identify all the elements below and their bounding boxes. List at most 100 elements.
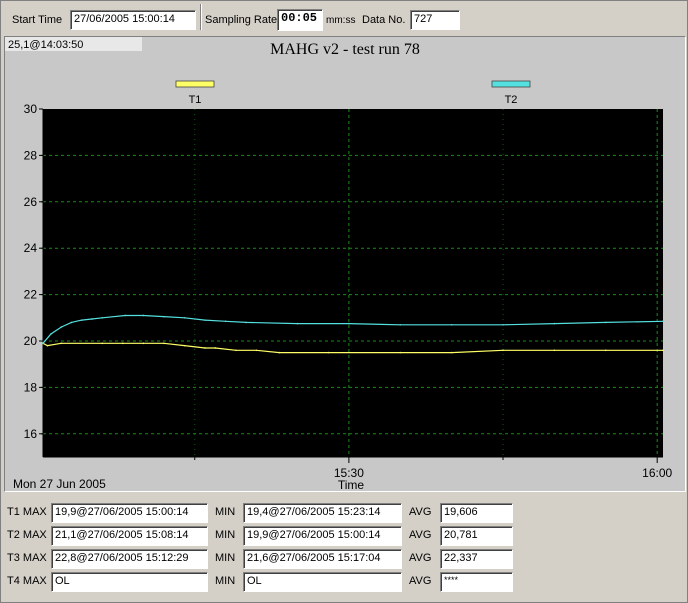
data-point-t1 [604,349,607,352]
data-point-t2 [204,319,206,321]
stat-max-field[interactable]: 22,8@27/06/2005 15:12:29 [51,549,208,569]
data-point-t2 [450,323,453,326]
stat-avg-field[interactable]: 22,337 [440,549,513,569]
data-point-t2 [142,314,145,317]
data-point-t2 [183,317,186,319]
stat-max-label: MAX [22,552,47,564]
start-time-label: Start Time [12,14,63,26]
stat-min-label: MIN [215,506,236,518]
start-time-field[interactable]: 27/06/2005 15:00:14 [70,10,196,30]
x-axis-label: Time [338,478,365,491]
stat-avg-field[interactable]: 20,781 [440,526,513,546]
chart-panel: 25,1@14:03:50 MAHG v2 - test run 78 T1 T2… [4,36,686,492]
chart-svg: 25,1@14:03:50 MAHG v2 - test run 78 T1 T2… [5,37,673,492]
data-point-t2 [245,321,247,324]
data-point-t1 [214,347,217,349]
data-point-t2 [662,320,664,323]
legend-swatch-t2 [491,80,531,88]
data-point-t1 [142,342,145,345]
data-point-t2 [80,319,83,321]
data-point-t1 [163,342,165,345]
stat-min-field[interactable]: 19,9@27/06/2005 15:00:14 [243,526,402,546]
stat-row-label: T3 MAX [7,552,47,564]
data-point-t2 [101,317,104,319]
stat-sensor-name: T4 [7,575,20,587]
stat-max-label: MAX [22,575,47,587]
stat-max-label: MAX [22,506,47,518]
stat-avg-field[interactable]: 19,606 [440,503,513,523]
stat-avg-label: AVG [409,575,432,587]
data-point-t2 [91,318,93,320]
stat-sensor-name: T1 [7,506,20,518]
data-point-t1 [60,342,62,345]
y-tick-label: 18 [24,380,38,394]
y-tick-label: 26 [24,195,38,209]
legend-label-t2: T2 [505,94,518,106]
data-point-t2 [348,322,350,325]
data-point-t2 [604,321,607,324]
toolbar: Start Time 27/06/2005 15:00:14 Sampling … [0,0,688,34]
data-point-t2 [224,320,227,323]
data-point-t2 [42,342,44,345]
y-tick-label: 30 [24,102,38,116]
data-point-t1 [122,342,124,345]
data-point-t1 [255,349,258,352]
data-point-t1 [502,349,504,352]
data-point-t1 [553,349,556,352]
stat-max-field[interactable]: OL [51,572,208,592]
toolbar-separator [200,4,202,30]
stat-min-field[interactable]: OL [243,572,402,592]
stat-sensor-name: T3 [7,552,20,564]
data-point-t2 [296,322,299,325]
stat-min-label: MIN [215,552,236,564]
data-point-t1 [327,351,330,354]
stat-row-label: T1 MAX [7,506,47,518]
plot-area [43,109,663,457]
stat-avg-label: AVG [409,552,432,564]
stat-max-label: MAX [22,529,47,541]
stat-min-field[interactable]: 21,6@27/06/2005 15:17:04 [243,549,402,569]
data-point-t2 [163,315,165,318]
chart-title: MAHG v2 - test run 78 [270,41,420,58]
y-tick-label: 16 [24,427,38,441]
stat-min-label: MIN [215,575,236,587]
y-axis: 16 18 20 22 24 26 28 30 [24,102,44,457]
legend-label-t1: T1 [189,94,202,106]
data-point-t1 [46,344,49,347]
data-no-field[interactable]: 727 [410,10,460,30]
legend: T1 T2 [175,80,531,106]
data-point-t2 [124,314,127,317]
stat-max-field[interactable]: 19,9@27/06/2005 15:00:14 [51,503,208,523]
sampling-rate-label: Sampling Rate [205,14,278,26]
data-point-t1 [450,351,453,354]
stat-sensor-name: T2 [7,529,20,541]
sampling-rate-field[interactable]: 00:05 [277,9,323,31]
date-label: Mon 27 Jun 2005 [13,477,106,491]
y-tick-label: 20 [24,334,38,348]
stat-avg-field[interactable]: **** [440,572,513,592]
data-point-t1 [399,351,402,354]
stat-avg-label: AVG [409,529,432,541]
data-point-t1 [278,351,281,354]
sampling-rate-unit: mm:ss [326,15,356,26]
data-point-t1 [183,344,186,347]
data-point-t1 [662,349,664,352]
cursor-readout: 25,1@14:03:50 [8,39,83,51]
data-point-t2 [50,333,52,335]
stat-min-field[interactable]: 19,4@27/06/2005 15:23:14 [243,503,402,523]
x-tick-label: 16:00 [642,466,672,480]
data-point-t2 [502,323,504,326]
stat-max-field[interactable]: 21,1@27/06/2005 15:08:14 [51,526,208,546]
data-point-t1 [235,349,237,352]
stat-avg-label: AVG [409,506,432,518]
stat-row-label: T4 MAX [7,575,47,587]
data-no-label: Data No. [362,14,406,26]
stat-min-label: MIN [215,529,236,541]
y-tick-label: 22 [24,288,38,302]
legend-swatch-t1 [175,80,215,88]
data-point-t1 [204,347,206,349]
stats-panel: T1 MAX 19,9@27/06/2005 15:00:14 MIN 19,4@27… [0,492,688,603]
data-point-t2 [70,321,73,324]
x-axis: 15:30 16:00 [43,456,673,480]
y-tick-label: 28 [24,148,38,162]
